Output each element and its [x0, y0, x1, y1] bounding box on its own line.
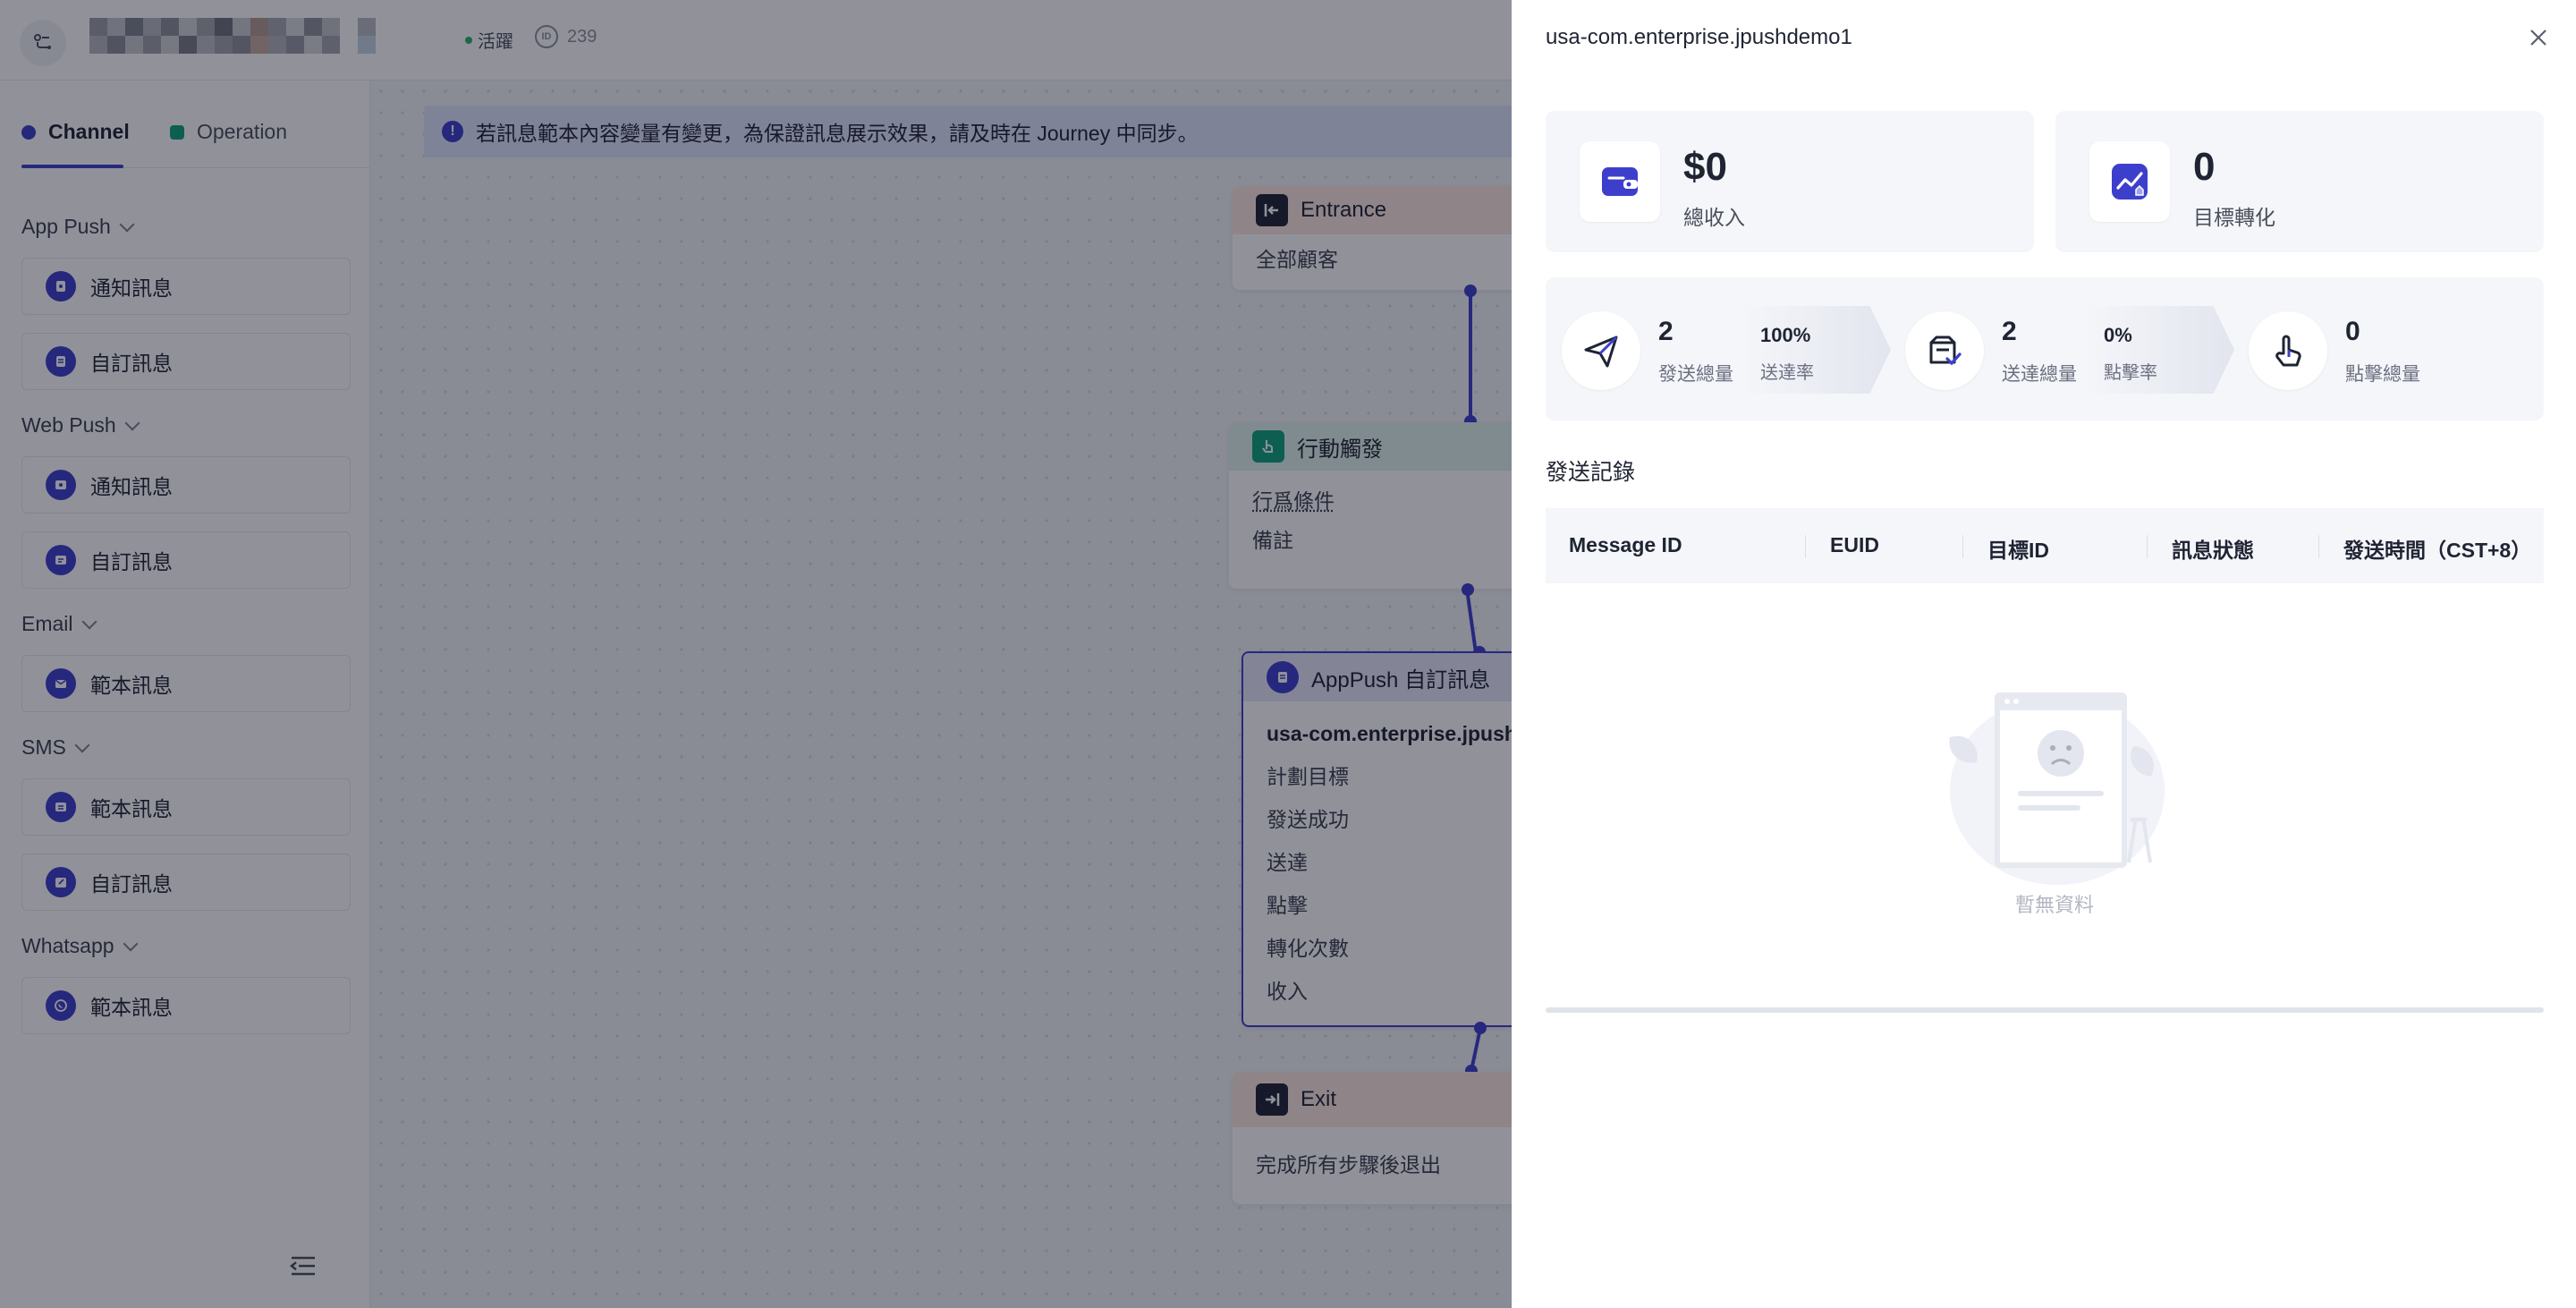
empty-state-illustration [1949, 692, 2165, 885]
delivery-rate-value: 100% [1760, 324, 1811, 346]
sent-total-label: 發送總量 [1658, 364, 1733, 385]
table-horizontal-scrollbar[interactable] [1546, 1007, 2544, 1013]
close-icon[interactable] [2526, 25, 2551, 50]
click-total-value: 0 [2345, 317, 2360, 346]
delivered-icon [1905, 311, 1984, 390]
revenue-label: 總收入 [1683, 206, 1745, 229]
message-stats-drawer: usa-com.enterprise.jpushdemo1 $0 總收入 0 目… [1512, 0, 2576, 1308]
column-divider [1962, 535, 1963, 558]
wallet-icon [1580, 141, 1660, 222]
revenue-value: $0 [1683, 145, 1727, 189]
column-divider [2147, 535, 2148, 558]
modal-overlay[interactable] [0, 0, 1512, 1308]
conversion-label: 目標轉化 [2193, 206, 2275, 229]
column-message-status[interactable]: 訊息狀態 [2172, 533, 2254, 564]
empty-state-text: 暫無資料 [2014, 894, 2094, 916]
column-target-id[interactable]: 目標ID [1987, 533, 2049, 564]
click-total-label: 點擊總量 [2345, 364, 2420, 385]
sent-total-value: 2 [1658, 317, 1674, 346]
column-divider [2318, 535, 2319, 558]
column-euid[interactable]: EUID [1830, 533, 1879, 557]
send-icon [1562, 311, 1640, 390]
delivery-rate-label: 送達率 [1760, 363, 1814, 383]
trend-icon [2089, 141, 2170, 222]
send-records-title: 發送記錄 [1546, 460, 1636, 485]
records-table-header: Message ID EUID 目標ID 訊息狀態 發送時間（CST+8） [1546, 508, 2544, 583]
delivery-funnel: 2 發送總量 100% 送達率 2 送達總量 0% 點擊率 0 點擊總量 [1546, 277, 2544, 420]
click-rate-value: 0% [2104, 324, 2132, 346]
column-message-id[interactable]: Message ID [1569, 533, 1682, 557]
delivered-total-label: 送達總量 [2002, 364, 2077, 385]
tap-icon [2249, 311, 2327, 390]
click-rate-label: 點擊率 [2104, 363, 2157, 383]
column-divider [1805, 535, 1806, 558]
column-send-time[interactable]: 發送時間（CST+8） [2343, 533, 2531, 564]
drawer-title: usa-com.enterprise.jpushdemo1 [1546, 25, 1852, 49]
kpi-goal-conversion: 0 目標轉化 [2055, 111, 2544, 252]
conversion-value: 0 [2193, 145, 2216, 189]
delivered-total-value: 2 [2002, 317, 2017, 346]
kpi-total-revenue: $0 總收入 [1546, 111, 2034, 252]
